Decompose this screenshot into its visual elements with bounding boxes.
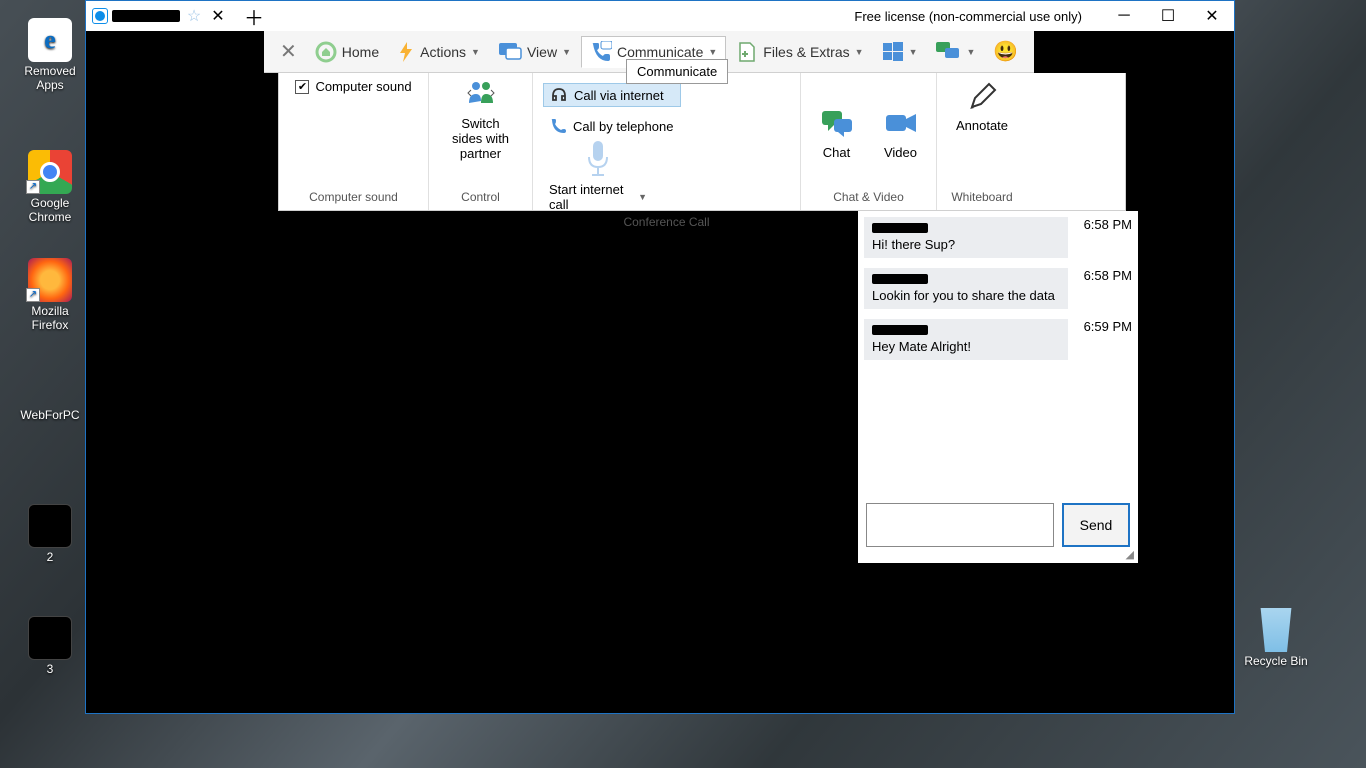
new-tab-button[interactable]: ＋ xyxy=(244,6,264,26)
phone-chat-icon xyxy=(590,41,612,63)
titlebar: ☆ ✕ ＋ Free license (non-commercial use o… xyxy=(86,1,1234,31)
desktop-icon-webforpc[interactable]: WebForPC xyxy=(12,408,88,422)
chat-icon xyxy=(820,109,854,139)
desktop-icon-firefox[interactable]: ↗ Mozilla Firefox xyxy=(12,258,88,332)
teamviewer-icon xyxy=(92,8,108,24)
monitor-icon xyxy=(498,42,522,62)
desktop-icon-label: Google Chrome xyxy=(12,196,88,224)
chat-text: Hey Mate Alright! xyxy=(872,339,971,354)
windows-icon-button[interactable]: ▼ xyxy=(874,37,926,67)
chat-text: Lookin for you to share the data xyxy=(872,288,1055,303)
close-window-button[interactable]: ✕ xyxy=(1190,1,1234,31)
desktop-icon-label: Removed Apps xyxy=(12,64,88,92)
chat-message-row: Lookin for you to share the data 6:58 PM xyxy=(864,268,1132,309)
resize-grip-icon[interactable]: ◢ xyxy=(1126,548,1134,561)
start-internet-call-button[interactable]: Start internet call▼ xyxy=(543,179,653,215)
teamviewer-window: ☆ ✕ ＋ Free license (non-commercial use o… xyxy=(85,0,1235,714)
maximize-button[interactable]: ☐ xyxy=(1146,1,1190,31)
window-title: Free license (non-commercial use only) xyxy=(854,9,1082,24)
close-session-button[interactable]: ✕ xyxy=(272,35,305,68)
desktop-icon-label: WebForPC xyxy=(12,408,88,422)
sender-redacted xyxy=(872,223,928,233)
chat-time: 6:58 PM xyxy=(1076,217,1132,258)
minimize-button[interactable]: ─ xyxy=(1102,1,1146,31)
pen-icon xyxy=(967,82,997,112)
session-tab[interactable]: ☆ ✕ xyxy=(86,1,234,31)
chat-input[interactable] xyxy=(866,503,1054,547)
chat-bubble: Lookin for you to share the data xyxy=(864,268,1068,309)
switch-sides-button[interactable]: Switch sides with partner xyxy=(439,113,522,164)
windows-icon xyxy=(882,41,904,63)
sender-redacted xyxy=(872,325,928,335)
actions-button[interactable]: Actions▼ xyxy=(389,37,488,67)
desktop-icon-edge[interactable]: eRemoved Apps xyxy=(12,18,88,92)
desktop-icon-label: 2 xyxy=(12,550,88,564)
chat-bubbles-icon xyxy=(935,41,961,63)
shortcut-overlay-icon: ↗ xyxy=(26,180,40,194)
desktop-icon-label: 3 xyxy=(12,662,88,676)
chat-bubble: Hey Mate Alright! xyxy=(864,319,1068,360)
call-by-telephone-button[interactable]: Call by telephone xyxy=(543,115,681,137)
home-icon xyxy=(315,41,337,63)
home-button[interactable]: Home xyxy=(307,37,387,67)
checkbox-checked-icon: ✔ xyxy=(295,80,309,94)
chat-bubble: Hi! there Sup? xyxy=(864,217,1068,258)
video-icon xyxy=(884,109,918,139)
chat-time: 6:59 PM xyxy=(1076,319,1132,360)
headset-icon xyxy=(550,87,568,103)
desktop-icon-chrome[interactable]: ↗ Google Chrome xyxy=(12,150,88,224)
sender-redacted xyxy=(872,274,928,284)
desktop-icon-folder3[interactable]: 3 xyxy=(12,616,88,676)
tab-title-redacted xyxy=(112,10,180,22)
computer-sound-checkbox[interactable]: ✔ Computer sound xyxy=(295,79,411,94)
annotate-button[interactable]: Annotate xyxy=(950,79,1014,136)
video-button[interactable]: Video xyxy=(878,106,924,163)
communicate-ribbon: ✔ Computer sound Computer sound Switch s… xyxy=(278,73,1126,211)
phone-icon xyxy=(549,118,567,134)
chat-message-row: Hi! there Sup? 6:58 PM xyxy=(864,217,1132,258)
lightning-icon xyxy=(397,41,415,63)
switch-sides-icon xyxy=(467,79,495,107)
emoji-button[interactable]: 😃 xyxy=(985,35,1026,68)
call-via-internet-button[interactable]: Call via internet xyxy=(543,83,681,107)
view-button[interactable]: View▼ xyxy=(490,38,579,66)
files-extras-button[interactable]: Files & Extras▼ xyxy=(728,37,871,67)
file-plus-icon xyxy=(736,41,758,63)
chat-message-row: Hey Mate Alright! 6:59 PM xyxy=(864,319,1132,360)
shortcut-overlay-icon: ↗ xyxy=(26,288,40,302)
chat-panel: Hi! there Sup?6:58 PMLookin for you to s… xyxy=(858,211,1138,563)
desktop-icon-folder2[interactable]: 2 xyxy=(12,504,88,564)
chat-messages: Hi! there Sup?6:58 PMLookin for you to s… xyxy=(858,211,1138,497)
chat-text: Hi! there Sup? xyxy=(872,237,955,252)
favorite-icon[interactable]: ☆ xyxy=(184,6,204,26)
desktop-icon-label: Recycle Bin xyxy=(1238,654,1314,668)
desktop-icon-label: Mozilla Firefox xyxy=(12,304,88,332)
chat-time: 6:58 PM xyxy=(1076,268,1132,309)
send-button[interactable]: Send xyxy=(1062,503,1130,547)
chat-bubble-button[interactable]: ▼ xyxy=(927,37,983,67)
tab-close-button[interactable]: ✕ xyxy=(208,6,228,26)
communicate-tooltip: Communicate xyxy=(626,59,728,84)
chat-button[interactable]: Chat xyxy=(814,106,860,163)
microphone-icon xyxy=(585,139,611,179)
desktop-icon-bin[interactable]: Recycle Bin xyxy=(1238,608,1314,668)
